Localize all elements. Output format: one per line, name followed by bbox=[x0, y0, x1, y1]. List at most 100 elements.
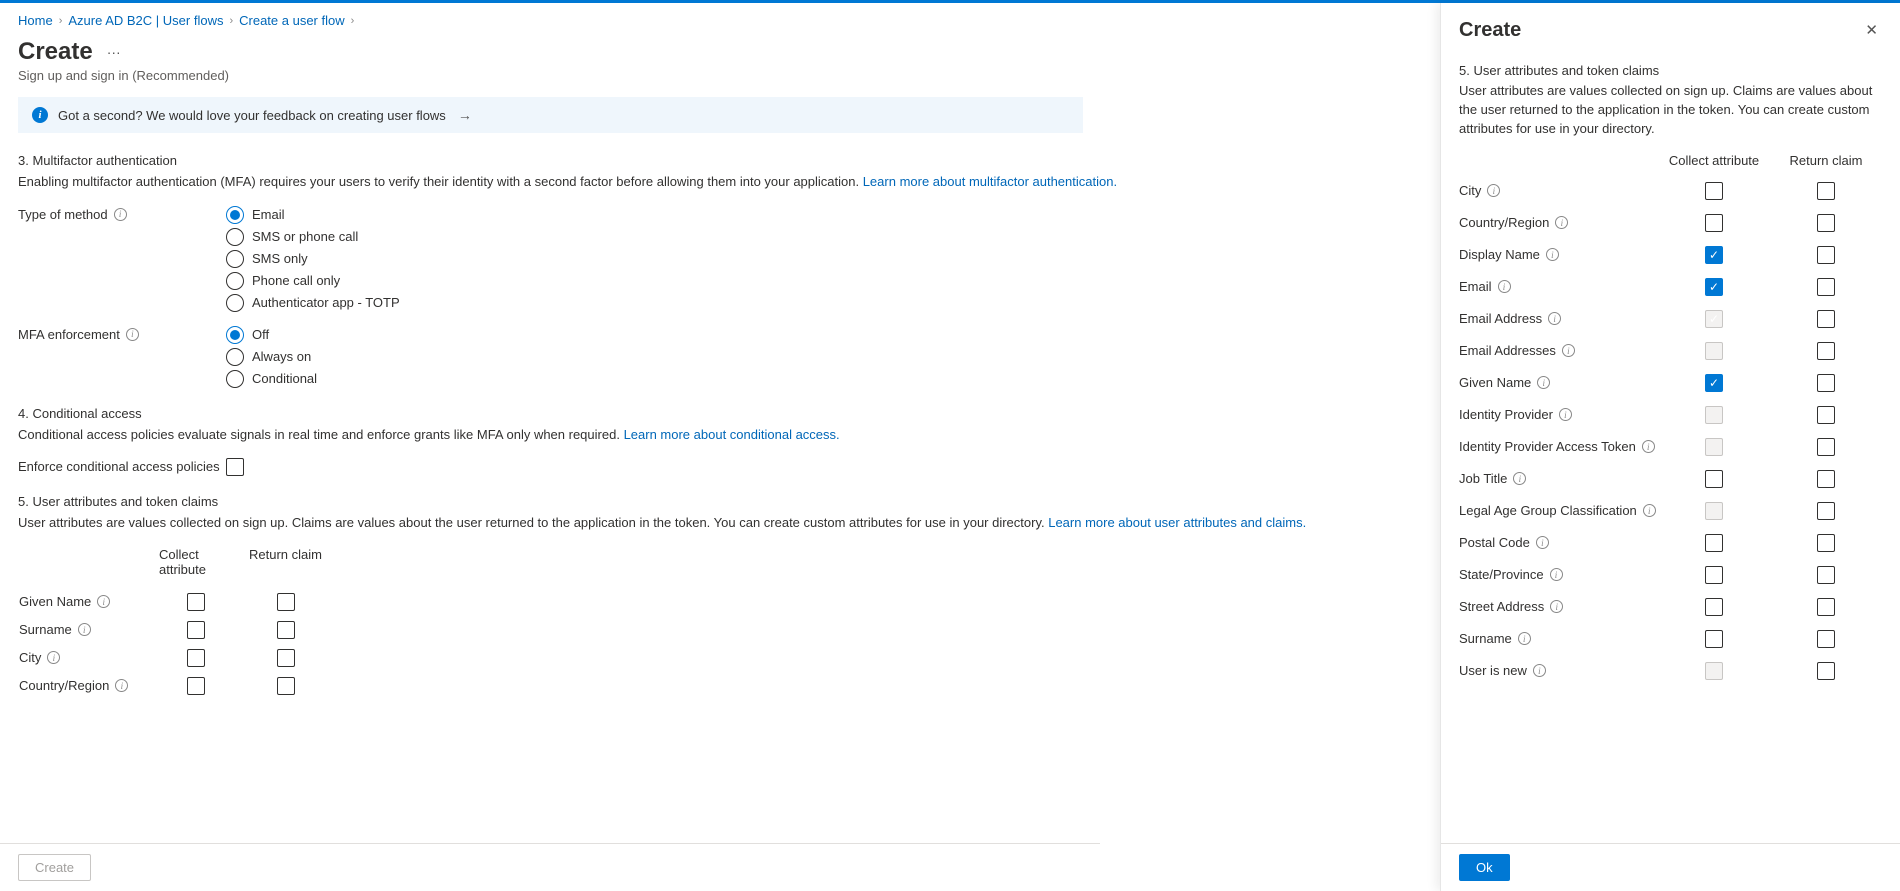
checkbox-return[interactable] bbox=[1817, 374, 1835, 392]
arrow-right-icon: → bbox=[458, 107, 472, 123]
radio-icon bbox=[226, 272, 244, 290]
checkbox-collect bbox=[1705, 310, 1723, 328]
radio-mfa-sms-phone[interactable]: SMS or phone call bbox=[226, 228, 400, 246]
breadcrumb-create-uf[interactable]: Create a user flow bbox=[239, 13, 345, 28]
table-row: Display Namei bbox=[1459, 246, 1882, 264]
checkbox-collect[interactable] bbox=[1705, 598, 1723, 616]
checkbox-return[interactable] bbox=[1817, 310, 1835, 328]
radio-mfa-phone-only[interactable]: Phone call only bbox=[226, 272, 400, 290]
table-row: Country/Regioni bbox=[1459, 214, 1882, 232]
info-icon[interactable]: i bbox=[1550, 568, 1563, 581]
info-icon[interactable]: i bbox=[1498, 280, 1511, 293]
info-icon[interactable]: i bbox=[1559, 408, 1572, 421]
label-mfa-enforcement: MFA enforcement bbox=[18, 327, 120, 342]
checkbox-return[interactable] bbox=[1817, 214, 1835, 232]
info-icon[interactable]: i bbox=[1562, 344, 1575, 357]
create-button[interactable]: Create bbox=[18, 854, 91, 881]
radio-mfa-sms-only[interactable]: SMS only bbox=[226, 250, 400, 268]
checkbox-return[interactable] bbox=[277, 621, 295, 639]
checkbox-collect[interactable] bbox=[187, 649, 205, 667]
info-icon[interactable]: i bbox=[1487, 184, 1500, 197]
info-icon[interactable]: i bbox=[47, 651, 60, 664]
info-icon[interactable]: i bbox=[1546, 248, 1559, 261]
info-icon[interactable]: i bbox=[1518, 632, 1531, 645]
attr-name: Postal Code bbox=[1459, 535, 1530, 550]
attr-name: Legal Age Group Classification bbox=[1459, 503, 1637, 518]
radio-enforcement-off[interactable]: Off bbox=[226, 326, 317, 344]
checkbox-collect[interactable] bbox=[1705, 246, 1723, 264]
info-icon[interactable]: i bbox=[78, 623, 91, 636]
checkbox-return[interactable] bbox=[1817, 278, 1835, 296]
table-row: Identity Provider Access Tokeni bbox=[1459, 438, 1882, 456]
checkbox-return[interactable] bbox=[1817, 566, 1835, 584]
radio-mfa-email[interactable]: Email bbox=[226, 206, 400, 224]
info-icon[interactable]: i bbox=[1642, 440, 1655, 453]
checkbox-return[interactable] bbox=[1817, 534, 1835, 552]
attr-name: Email bbox=[1459, 279, 1492, 294]
table-row: Identity Provider i bbox=[1459, 406, 1882, 424]
breadcrumb-home[interactable]: Home bbox=[18, 13, 53, 28]
checkbox-return[interactable] bbox=[277, 593, 295, 611]
checkbox-collect[interactable] bbox=[1705, 214, 1723, 232]
info-icon[interactable]: i bbox=[1536, 536, 1549, 549]
info-icon[interactable]: i bbox=[1537, 376, 1550, 389]
table-row: Given Namei bbox=[1459, 374, 1882, 392]
info-icon[interactable]: i bbox=[114, 208, 127, 221]
attr-name: Surname bbox=[19, 622, 72, 637]
checkbox-return[interactable] bbox=[1817, 630, 1835, 648]
feedback-banner[interactable]: i Got a second? We would love your feedb… bbox=[18, 97, 1083, 133]
ok-button[interactable]: Ok bbox=[1459, 854, 1510, 881]
info-icon[interactable]: i bbox=[1513, 472, 1526, 485]
checkbox-return[interactable] bbox=[1817, 342, 1835, 360]
link-ca-learn-more[interactable]: Learn more about conditional access. bbox=[624, 427, 840, 442]
checkbox-return[interactable] bbox=[1817, 406, 1835, 424]
info-icon[interactable]: i bbox=[1555, 216, 1568, 229]
link-attrs-learn-more[interactable]: Learn more about user attributes and cla… bbox=[1048, 515, 1306, 530]
info-icon[interactable]: i bbox=[126, 328, 139, 341]
radio-enforcement-always[interactable]: Always on bbox=[226, 348, 317, 366]
info-icon[interactable]: i bbox=[1548, 312, 1561, 325]
info-icon[interactable]: i bbox=[1643, 504, 1656, 517]
checkbox-collect bbox=[1705, 342, 1723, 360]
checkbox-return[interactable] bbox=[1817, 470, 1835, 488]
checkbox-collect[interactable] bbox=[1705, 630, 1723, 648]
checkbox-collect[interactable] bbox=[1705, 534, 1723, 552]
checkbox-collect[interactable] bbox=[1705, 374, 1723, 392]
radio-mfa-totp[interactable]: Authenticator app - TOTP bbox=[226, 294, 400, 312]
checkbox-return[interactable] bbox=[1817, 502, 1835, 520]
checkbox-return[interactable] bbox=[1817, 598, 1835, 616]
info-icon[interactable]: i bbox=[97, 595, 110, 608]
checkbox-collect[interactable] bbox=[1705, 470, 1723, 488]
checkbox-return[interactable] bbox=[1817, 182, 1835, 200]
col-collect-attribute: Collect attribute bbox=[159, 547, 249, 577]
info-icon[interactable]: i bbox=[1550, 600, 1563, 613]
checkbox-collect[interactable] bbox=[187, 621, 205, 639]
radio-enforcement-conditional[interactable]: Conditional bbox=[226, 370, 317, 388]
info-icon[interactable]: i bbox=[1533, 664, 1546, 677]
checkbox-collect[interactable] bbox=[187, 677, 205, 695]
checkbox-return[interactable] bbox=[1817, 662, 1835, 680]
attr-name: Identity Provider bbox=[1459, 407, 1553, 422]
link-mfa-learn-more[interactable]: Learn more about multifactor authenticat… bbox=[863, 174, 1117, 189]
checkbox-return[interactable] bbox=[277, 677, 295, 695]
checkbox-collect bbox=[1705, 662, 1723, 680]
checkbox-collect[interactable] bbox=[1705, 566, 1723, 584]
close-icon[interactable]: ✕ bbox=[1861, 17, 1882, 43]
checkbox-return[interactable] bbox=[1817, 246, 1835, 264]
attr-name: Street Address bbox=[1459, 599, 1544, 614]
checkbox-enforce-ca[interactable] bbox=[226, 458, 244, 476]
table-row: Email Addressesi bbox=[1459, 342, 1882, 360]
label-enforce-ca: Enforce conditional access policies bbox=[18, 459, 220, 474]
panel-title: Create bbox=[1459, 19, 1521, 42]
checkbox-return[interactable] bbox=[277, 649, 295, 667]
more-icon[interactable]: ··· bbox=[103, 42, 125, 62]
checkbox-collect[interactable] bbox=[1705, 182, 1723, 200]
info-icon[interactable]: i bbox=[115, 679, 128, 692]
attributes-panel: Create ✕ 5. User attributes and token cl… bbox=[1440, 3, 1900, 891]
radio-icon bbox=[226, 348, 244, 366]
footer-bar: Create bbox=[0, 843, 1100, 891]
checkbox-collect[interactable] bbox=[187, 593, 205, 611]
checkbox-return[interactable] bbox=[1817, 438, 1835, 456]
checkbox-collect[interactable] bbox=[1705, 278, 1723, 296]
breadcrumb-b2c[interactable]: Azure AD B2C | User flows bbox=[68, 13, 223, 28]
